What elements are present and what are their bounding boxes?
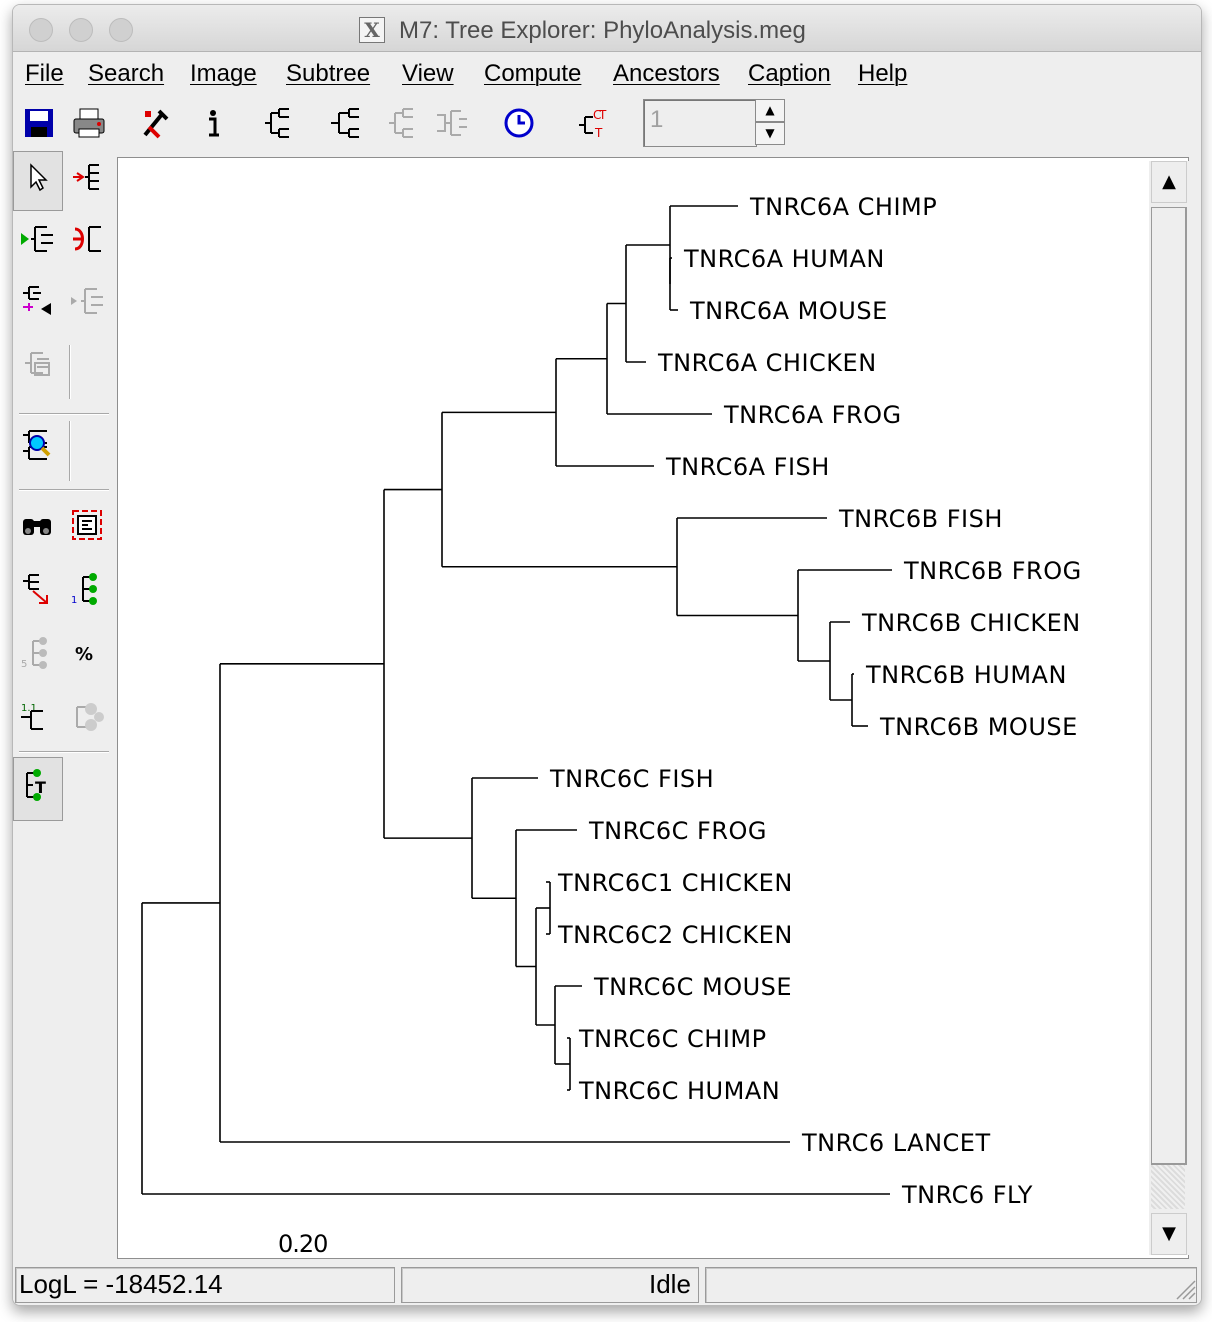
swap-subtree-icon[interactable]	[19, 283, 55, 319]
taxon-label[interactable]: TNRC6B FROG	[903, 557, 1082, 585]
clock-icon[interactable]	[501, 105, 537, 141]
scale-label: 0.20	[278, 1230, 327, 1256]
fit-window-icon[interactable]	[69, 507, 105, 543]
taxon-label[interactable]: TNRC6C CHIMP	[578, 1025, 767, 1053]
toolbar-divider	[69, 345, 71, 399]
spin-down-button[interactable]: ▼	[755, 122, 785, 145]
taxon-label[interactable]: TNRC6A MOUSE	[689, 297, 888, 325]
tree-number-stepper: ▲ ▼	[755, 99, 785, 145]
flip-subtree-icon[interactable]	[19, 221, 55, 257]
scroll-down-button[interactable]: ▼	[1151, 1213, 1187, 1255]
title-bar[interactable]: X M7: Tree Explorer: PhyloAnalysis.meg	[13, 5, 1201, 52]
menu-caption[interactable]: Caption	[748, 60, 831, 88]
phylogenetic-tree[interactable]: TNRC6A CHIMP TNRC6A HUMAN TNRC6A MOUSE TNRC…	[118, 158, 1148, 1256]
show-tree-icon[interactable]: T	[19, 767, 55, 803]
taxon-label[interactable]: TNRC6B MOUSE	[879, 713, 1078, 741]
toolbar-separator	[19, 751, 109, 753]
svg-text:T: T	[35, 778, 46, 797]
status-bar: LogL = -18452.14 Idle	[13, 1263, 1201, 1305]
menu-ancestors[interactable]: Ancestors	[613, 60, 720, 88]
status-state: Idle	[649, 1269, 691, 1299]
menu-bar: File Search Image Subtree View Compute A…	[13, 52, 1201, 94]
svg-text:T: T	[594, 126, 603, 140]
svg-text:1.1: 1.1	[21, 703, 37, 714]
window-title: M7: Tree Explorer: PhyloAnalysis.meg	[399, 17, 806, 44]
tree-compress-icon[interactable]	[327, 105, 363, 141]
tree-number-input[interactable]: 1	[643, 99, 757, 147]
menu-subtree[interactable]: Subtree	[286, 60, 370, 88]
svg-text:1: 1	[71, 595, 77, 606]
binoculars-icon[interactable]	[19, 507, 55, 543]
menu-help[interactable]: Help	[858, 60, 907, 88]
taxon-label[interactable]: TNRC6B FISH	[838, 505, 1003, 533]
scale-icon[interactable]: 1.1	[19, 699, 55, 735]
tree-style-disabled-icon	[389, 108, 413, 138]
svg-text:T: T	[598, 108, 607, 122]
menu-file[interactable]: File	[25, 60, 64, 88]
tree-options-icon[interactable]	[139, 105, 175, 141]
zoom-window-button[interactable]	[109, 18, 133, 42]
subtree-window-disabled-icon	[25, 352, 50, 376]
compress-subtree-icon[interactable]	[69, 221, 105, 257]
x11-icon: X	[359, 17, 385, 43]
svg-text:%: %	[75, 644, 93, 665]
svg-text:5: 5	[21, 659, 27, 670]
toolbar-separator	[19, 413, 109, 415]
taxon-label[interactable]: TNRC6C FROG	[588, 817, 767, 845]
toolbar-divider	[69, 421, 71, 481]
tree-number-value: 1	[650, 106, 664, 133]
menu-view[interactable]: View	[402, 60, 454, 88]
info-icon[interactable]	[195, 105, 231, 141]
status-panel-extra	[705, 1267, 1197, 1303]
taxon-labels: TNRC6A CHIMP TNRC6A HUMAN TNRC6A MOUSE TNRC…	[549, 193, 1082, 1209]
node-ids-icon[interactable]: 1	[69, 571, 105, 607]
taxon-label[interactable]: TNRC6C1 CHICKEN	[557, 869, 793, 897]
place-root-icon[interactable]	[69, 159, 105, 195]
taxon-label[interactable]: TNRC6A FISH	[665, 453, 830, 481]
vertical-scrollbar[interactable]: ▲ ▼	[1149, 161, 1189, 1255]
taxon-label[interactable]: TNRC6C HUMAN	[578, 1077, 780, 1105]
search-taxa-icon[interactable]	[19, 427, 55, 463]
tree-flip-disabled-icon	[437, 110, 467, 136]
logl-value: LogL = -18452.14	[19, 1269, 223, 1299]
tree-explorer-window: X M7: Tree Explorer: PhyloAnalysis.meg F…	[12, 4, 1202, 1306]
taxon-label[interactable]: TNRC6A FROG	[723, 401, 902, 429]
tree-canvas[interactable]: TNRC6A CHIMP TNRC6A HUMAN TNRC6A MOUSE TNRC…	[117, 157, 1189, 1259]
save-icon[interactable]	[21, 105, 57, 141]
taxon-label[interactable]: TNRC6 FLY	[901, 1181, 1033, 1209]
taxon-label[interactable]: TNRC6A CHICKEN	[657, 349, 877, 377]
left-toolbar: 1 5 % 1.1 T	[13, 151, 111, 1257]
taxon-label[interactable]: TNRC6 LANCET	[801, 1129, 991, 1157]
close-window-button[interactable]	[29, 18, 53, 42]
taxon-label[interactable]: TNRC6A CHIMP	[749, 193, 937, 221]
minimize-window-button[interactable]	[69, 18, 93, 42]
resize-icon[interactable]	[19, 571, 55, 607]
taxon-names-icon[interactable]: CTT	[575, 105, 611, 141]
taxon-label[interactable]: TNRC6C FISH	[549, 765, 714, 793]
scroll-thumb[interactable]	[1151, 207, 1187, 1165]
print-icon[interactable]	[71, 105, 107, 141]
percent-icon[interactable]: %	[69, 635, 105, 671]
taxon-label[interactable]: TNRC6B HUMAN	[865, 661, 1067, 689]
taxon-label[interactable]: TNRC6A HUMAN	[683, 245, 885, 273]
pointer-icon[interactable]	[19, 159, 55, 195]
tree-style-icon[interactable]	[259, 105, 295, 141]
scroll-track[interactable]	[1151, 1165, 1185, 1209]
menu-image[interactable]: Image	[190, 60, 257, 88]
taxon-label[interactable]: TNRC6C2 CHICKEN	[557, 921, 793, 949]
top-toolbar: CTT 1 ▲ ▼	[13, 95, 1201, 151]
resize-grip-icon[interactable]	[1173, 1277, 1197, 1301]
taxon-label[interactable]: TNRC6B CHICKEN	[861, 609, 1081, 637]
spin-up-button[interactable]: ▲	[755, 99, 785, 122]
menu-search[interactable]: Search	[88, 60, 164, 88]
subtree-disabled-icon	[71, 288, 103, 314]
clock-disabled-icon	[76, 703, 104, 731]
menu-compute[interactable]: Compute	[484, 60, 581, 88]
taxon-label[interactable]: TNRC6C MOUSE	[593, 973, 792, 1001]
branch-length-disabled-icon: 5	[21, 637, 47, 670]
toolbar-separator	[19, 489, 109, 491]
scroll-up-button[interactable]: ▲	[1151, 161, 1187, 203]
